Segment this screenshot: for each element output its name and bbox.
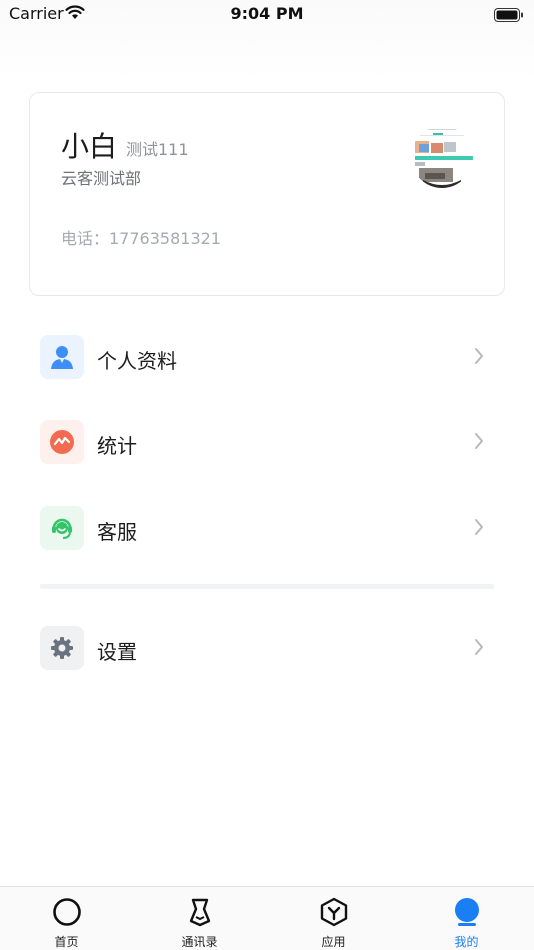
menu-label-statistics: 统计	[97, 434, 137, 458]
contacts-icon	[185, 897, 215, 931]
menu-item-statistics[interactable]: 统计	[0, 420, 534, 484]
chevron-right-icon	[474, 518, 484, 540]
status-time: 9:04 PM	[230, 4, 304, 23]
tab-label-home: 首页	[54, 935, 79, 949]
headset-icon	[40, 506, 84, 550]
chevron-right-icon	[474, 432, 484, 454]
chevron-right-icon	[474, 347, 484, 369]
user-id: 测试111	[126, 140, 189, 159]
person-icon	[40, 335, 84, 379]
tab-apps[interactable]: 应用	[267, 887, 400, 950]
apps-hexagon-icon	[319, 897, 349, 931]
status-bar: Carrier 9:04 PM	[0, 0, 534, 30]
section-divider	[40, 584, 494, 589]
tab-home[interactable]: 首页	[0, 887, 133, 950]
gear-icon	[40, 626, 84, 670]
menu-label-settings: 设置	[97, 640, 137, 664]
menu-label-customer-service: 客服	[97, 520, 137, 544]
phone-number: 电话：17763581321	[61, 229, 221, 248]
mine-screen: Carrier 9:04 PM 小白 测试111 云客测试部 电话：177635…	[0, 0, 534, 950]
avatar[interactable]	[411, 126, 473, 188]
menu-label-profile: 个人资料	[97, 349, 177, 373]
circle-icon	[52, 897, 82, 931]
tab-label-mine: 我的	[454, 935, 479, 949]
profile-icon	[452, 897, 482, 931]
menu-item-customer-service[interactable]: 客服	[0, 506, 534, 570]
menu-item-profile[interactable]: 个人资料	[0, 335, 534, 399]
stats-icon	[40, 420, 84, 464]
department-label: 云客测试部	[61, 169, 142, 188]
profile-card[interactable]: 小白 测试111 云客测试部 电话：17763581321	[29, 92, 505, 296]
chevron-right-icon	[474, 638, 484, 660]
battery-icon	[494, 7, 524, 26]
menu-item-settings[interactable]: 设置	[0, 626, 534, 690]
tab-label-contacts: 通讯录	[181, 935, 218, 949]
tab-bar: 首页 通讯录 应用 我的	[0, 886, 534, 950]
tab-contacts[interactable]: 通讯录	[133, 887, 266, 950]
user-name: 小白	[61, 130, 118, 163]
tab-mine[interactable]: 我的	[400, 887, 533, 950]
tab-label-apps: 应用	[321, 935, 346, 949]
